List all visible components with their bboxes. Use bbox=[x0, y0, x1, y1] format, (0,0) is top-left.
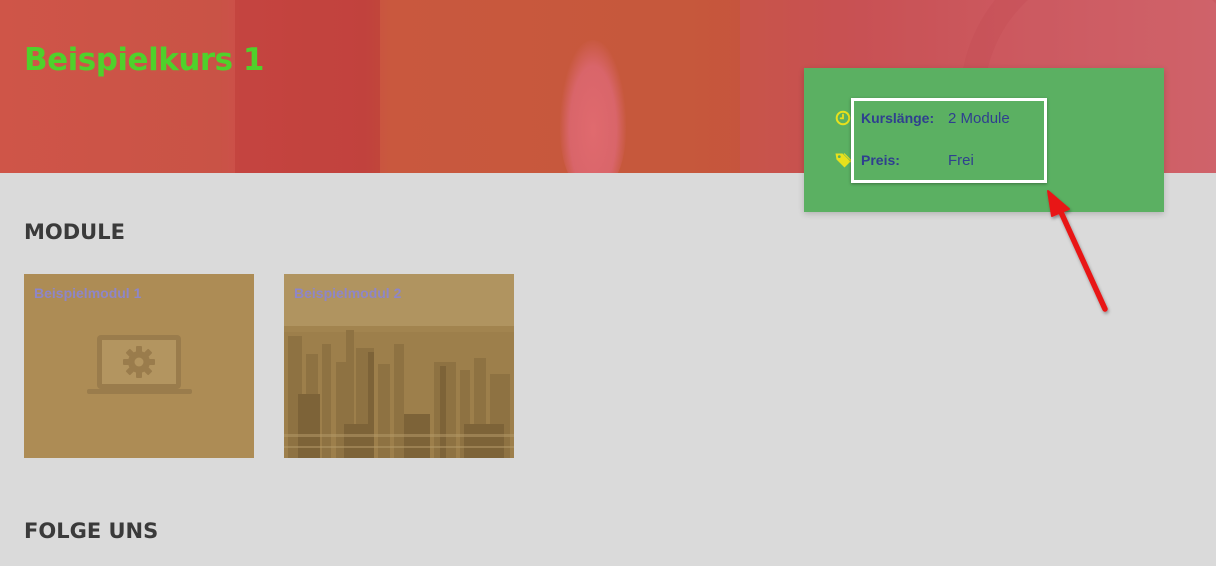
module-title[interactable]: Beispielmodul 1 bbox=[34, 285, 141, 301]
follow-us-section-title: FOLGE UNS bbox=[24, 519, 159, 543]
module-card[interactable]: Beispielmodul 2 bbox=[284, 274, 514, 458]
module-title[interactable]: Beispielmodul 2 bbox=[294, 285, 401, 301]
annotation-arrow-icon bbox=[1047, 190, 1108, 312]
city-skyline-photo bbox=[284, 274, 514, 458]
hero-background-shape bbox=[235, 0, 380, 173]
course-title: Beispielkurs 1 bbox=[24, 42, 265, 78]
clock-icon bbox=[834, 108, 852, 128]
modules-section-title: MODULE bbox=[24, 220, 125, 244]
module-card[interactable]: Beispielmodul 1 bbox=[24, 274, 254, 458]
hero-background-shape bbox=[380, 0, 740, 173]
annotation-highlight-box bbox=[851, 98, 1047, 183]
price-tag-icon bbox=[834, 150, 852, 170]
laptop-gear-icon bbox=[87, 335, 192, 394]
